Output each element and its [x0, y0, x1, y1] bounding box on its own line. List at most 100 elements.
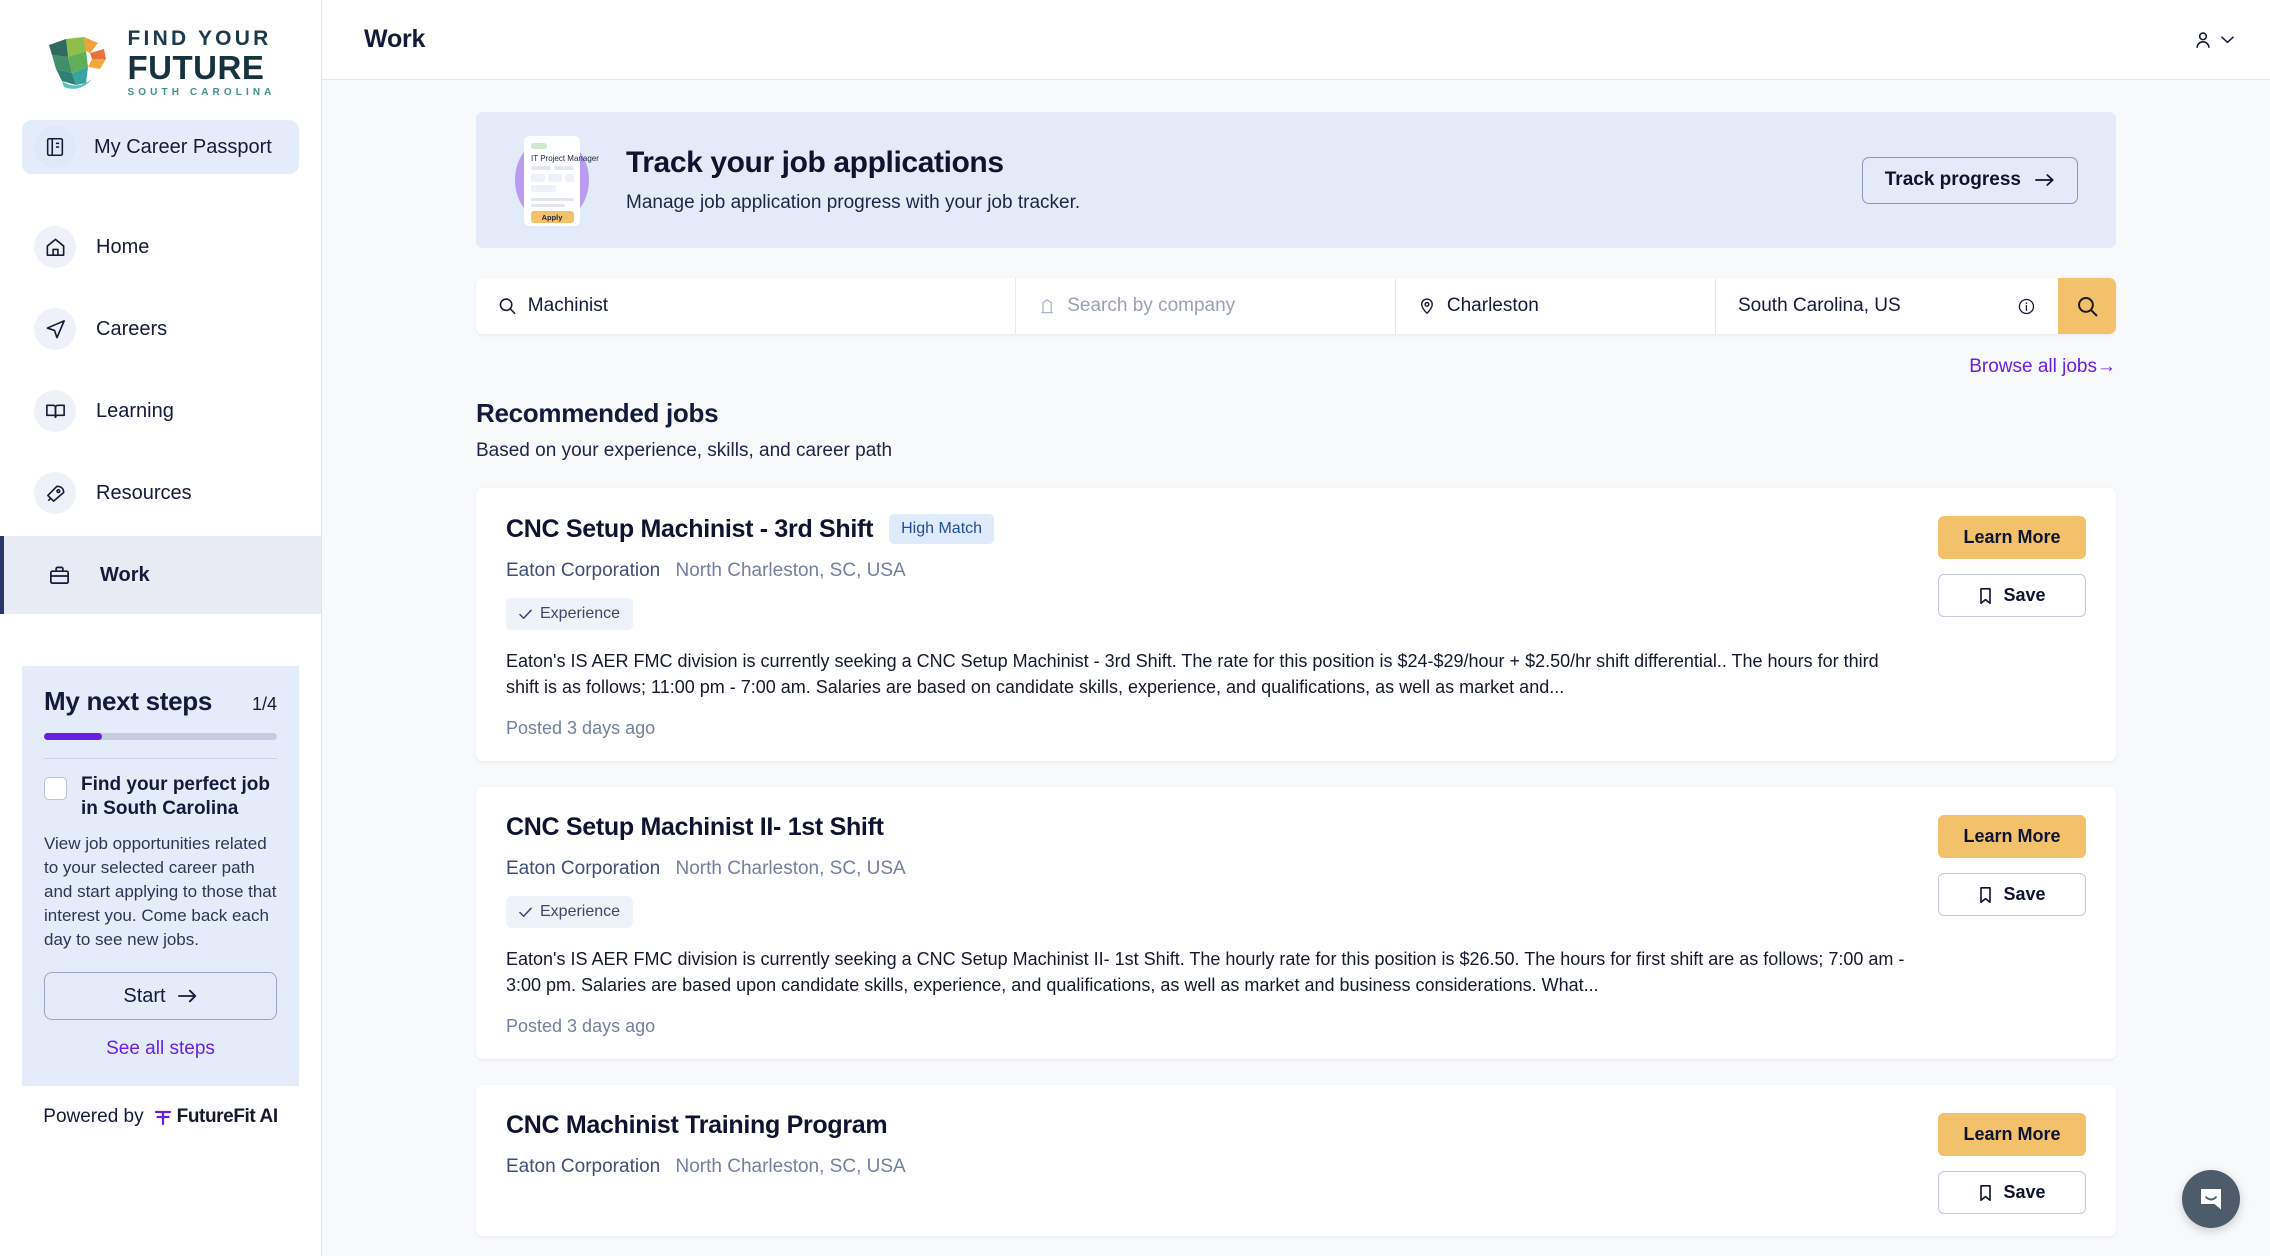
check-icon — [519, 907, 532, 917]
match-badge: High Match — [889, 514, 995, 544]
track-progress-button[interactable]: Track progress — [1861, 156, 2078, 204]
learn-more-button[interactable]: Learn More — [1938, 1113, 2086, 1157]
south-carolina-palmetto-icon — [48, 37, 106, 89]
rocket-icon — [34, 472, 76, 514]
sidebar-item-work[interactable]: Work — [0, 536, 321, 614]
save-job-button[interactable]: Save — [1938, 1171, 2086, 1215]
svg-text:IT Project Manager: IT Project Manager — [531, 154, 599, 163]
next-steps-card: My next steps 1/4 Find your perfect job … — [22, 666, 299, 1087]
location-input[interactable] — [1446, 295, 1693, 317]
user-icon — [2196, 31, 2210, 48]
check-icon — [519, 609, 532, 619]
next-steps-start-button[interactable]: Start — [44, 972, 277, 1021]
job-posted-date: Posted 3 days ago — [506, 1016, 656, 1037]
next-steps-task-label: Find your perfect job in South Carolina — [81, 774, 270, 820]
sidebar-item-careers[interactable]: Careers — [22, 290, 299, 368]
bookmark-icon — [1980, 587, 1992, 604]
user-menu-button[interactable] — [2192, 29, 2234, 51]
futurefit-brand-name: FutureFit AI — [176, 1106, 278, 1128]
logo-line-2: FUTURE — [127, 49, 265, 86]
passport-book-icon — [34, 126, 76, 168]
job-description: Eaton's IS AER FMC division is currently… — [506, 651, 1879, 698]
search-input[interactable] — [527, 295, 993, 317]
sidebar-item-label: Learning — [96, 399, 174, 422]
next-steps-count: 1/4 — [251, 694, 277, 714]
sidebar-item-label: Home — [96, 235, 150, 258]
svg-text:Apply: Apply — [542, 213, 564, 222]
divider — [44, 758, 277, 759]
next-steps-checkbox[interactable] — [44, 777, 67, 800]
save-button-label: Save — [2003, 585, 2046, 605]
banner-title: Track your job applications — [626, 146, 1004, 179]
sidebar-item-learning[interactable]: Learning — [22, 372, 299, 450]
track-progress-label: Track progress — [1884, 169, 2021, 190]
job-description: Eaton's IS AER FMC division is currently… — [506, 949, 1905, 996]
job-location: North Charleston, SC, USA — [675, 560, 906, 581]
experience-chip: Experience — [506, 896, 634, 929]
job-title[interactable]: CNC Setup Machinist - 3rd Shift — [506, 515, 873, 544]
sidebar-item-label: Resources — [96, 481, 192, 504]
browse-all-jobs-link[interactable]: Browse all jobs → — [476, 356, 2116, 378]
save-button-label: Save — [2003, 1182, 2046, 1203]
job-company: Eaton Corporation — [506, 858, 661, 880]
content-scroll-area[interactable]: IT Project Manager Apply Track your job … — [322, 80, 2270, 1256]
job-card[interactable]: CNC Setup Machinist - 3rd Shift High Mat… — [476, 488, 2116, 762]
recommended-jobs-title: Recommended jobs — [476, 398, 719, 428]
see-all-steps-link[interactable]: See all steps — [44, 1038, 277, 1060]
browse-all-arrow: → — [2097, 356, 2116, 377]
search-submit-button[interactable] — [2058, 278, 2116, 334]
search-location-field[interactable] — [1396, 278, 1716, 334]
bookmark-icon — [1980, 886, 1992, 903]
sidebar-item-label: Careers — [96, 317, 168, 340]
region-input[interactable] — [1738, 295, 2007, 317]
navigation-arrow-icon — [34, 308, 76, 350]
save-job-button[interactable]: Save — [1938, 574, 2086, 617]
chat-smile-icon — [2201, 1189, 2221, 1210]
map-pin-icon — [1420, 298, 1433, 315]
home-icon — [34, 226, 76, 268]
job-card[interactable]: CNC Machinist Training Program Eaton Cor… — [476, 1085, 2116, 1237]
sidebar-item-resources[interactable]: Resources — [22, 454, 299, 532]
page-title: Work — [364, 25, 426, 53]
logo-line-1: FIND YOUR — [127, 27, 272, 50]
learn-more-button[interactable]: Learn More — [1938, 516, 2086, 559]
search-company-field[interactable] — [1016, 278, 1396, 334]
banner-subtitle: Manage job application progress with you… — [626, 192, 1081, 213]
logo-line-3: SOUTH CAROLINA — [127, 87, 276, 98]
bookmark-icon — [1980, 1184, 1992, 1201]
job-title[interactable]: CNC Setup Machinist II- 1st Shift — [506, 813, 884, 842]
experience-chip-label: Experience — [540, 605, 621, 622]
app-root: FIND YOUR FUTURE SOUTH CAROLINA My Caree… — [0, 0, 2270, 1256]
learn-more-button[interactable]: Learn More — [1938, 815, 2086, 859]
briefcase-icon — [38, 554, 80, 596]
info-icon[interactable] — [2017, 296, 2036, 317]
job-company: Eaton Corporation — [506, 1156, 661, 1178]
experience-chip: Experience — [506, 598, 634, 630]
futurefit-mark-icon — [154, 1111, 171, 1126]
company-input[interactable] — [1067, 295, 1373, 317]
next-steps-progress-bar — [44, 733, 277, 740]
chevron-down-icon — [2221, 36, 2234, 44]
sidebar: FIND YOUR FUTURE SOUTH CAROLINA My Caree… — [0, 0, 322, 1256]
search-icon — [2077, 296, 2097, 316]
job-location: North Charleston, SC, USA — [675, 1156, 906, 1178]
experience-chip-label: Experience — [540, 903, 621, 921]
job-card[interactable]: CNC Setup Machinist II- 1st Shift Eaton … — [476, 787, 2116, 1060]
search-title-field[interactable] — [476, 278, 1016, 334]
brand-logo[interactable]: FIND YOUR FUTURE SOUTH CAROLINA — [0, 0, 321, 120]
sidebar-item-home[interactable]: Home — [22, 208, 299, 286]
search-region-field[interactable] — [1716, 278, 2058, 334]
start-button-label: Start — [123, 984, 166, 1007]
sidebar-item-my-career-passport[interactable]: My Career Passport — [22, 120, 299, 174]
save-job-button[interactable]: Save — [1938, 873, 2086, 917]
sidebar-main-nav: Home Careers Learning Resources Work — [0, 208, 321, 618]
job-title[interactable]: CNC Machinist Training Program — [506, 1111, 888, 1140]
banner-illustration: IT Project Manager Apply — [502, 128, 602, 232]
chat-launcher-button[interactable] — [2182, 1170, 2240, 1228]
recommended-jobs-subtitle: Based on your experience, skills, and ca… — [476, 440, 893, 461]
sidebar-item-label: Work — [100, 563, 150, 586]
browse-all-label: Browse all jobs — [1969, 356, 2097, 377]
book-icon — [34, 390, 76, 432]
sidebar-item-label: My Career Passport — [94, 135, 272, 158]
job-company: Eaton Corporation — [506, 560, 661, 581]
